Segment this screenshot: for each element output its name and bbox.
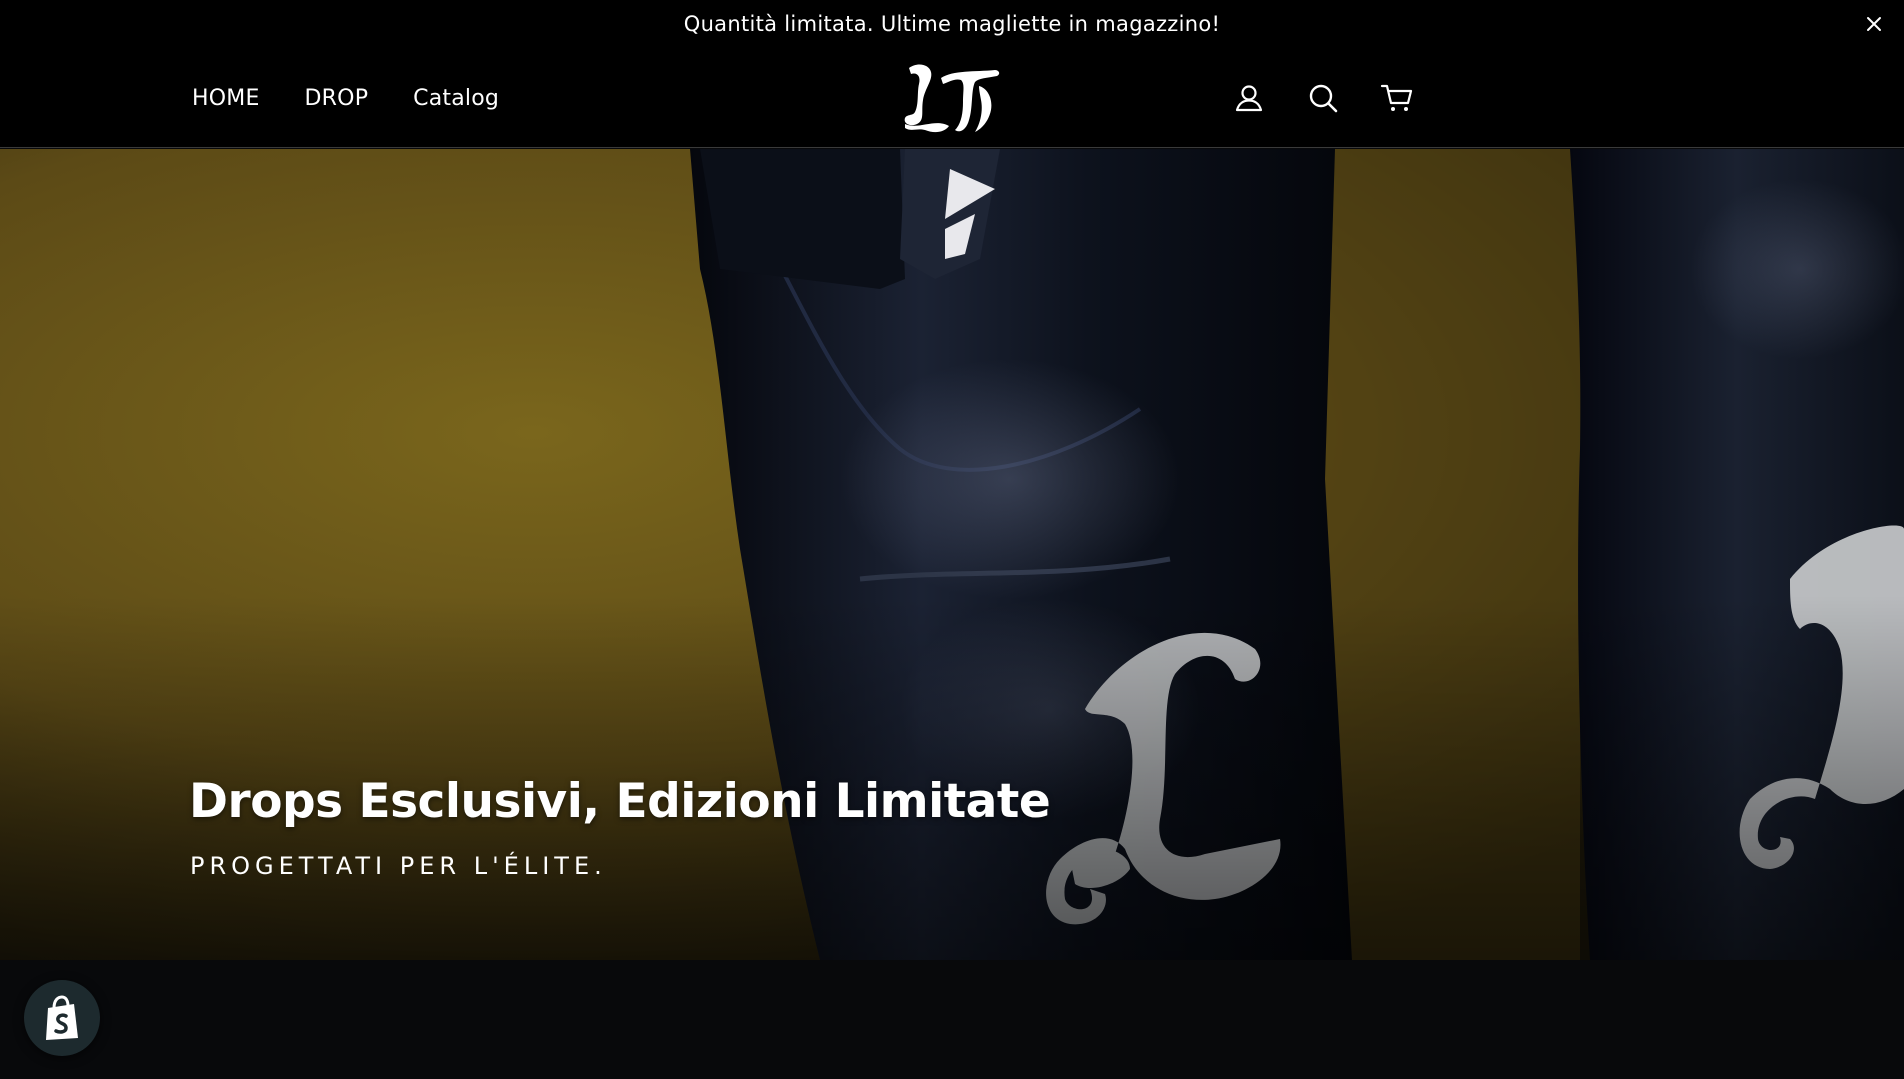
hero-title: Drops Esclusivi, Edizioni Limitate [189,774,1051,829]
site-header: HOME DROP Catalog [0,48,1904,148]
nav-catalog-link[interactable]: Catalog [413,86,499,111]
hero-subtitle: PROGETTATI PER L'ÉLITE. [190,852,607,880]
hero-image [0,149,1904,960]
brand-logo[interactable] [895,58,1007,138]
shopify-bag-icon [46,995,78,1040]
announcement-text: Quantità limitata. Ultime magliette in m… [683,12,1221,36]
announcement-bar: Quantità limitata. Ultime magliette in m… [0,0,1904,48]
nav-drop-link[interactable]: DROP [305,86,369,111]
header-icons [1232,48,1414,148]
nav-home-link[interactable]: HOME [192,86,260,111]
main-nav: HOME DROP Catalog [192,48,499,148]
account-icon[interactable] [1232,81,1266,115]
shopify-badge-button[interactable] [24,980,100,1056]
hero-banner: Drops Esclusivi, Edizioni Limitate PROGE… [0,149,1904,960]
below-hero-section [0,960,1904,1079]
cart-icon[interactable] [1380,81,1414,115]
search-icon[interactable] [1306,81,1340,115]
close-icon[interactable] [1862,12,1886,36]
